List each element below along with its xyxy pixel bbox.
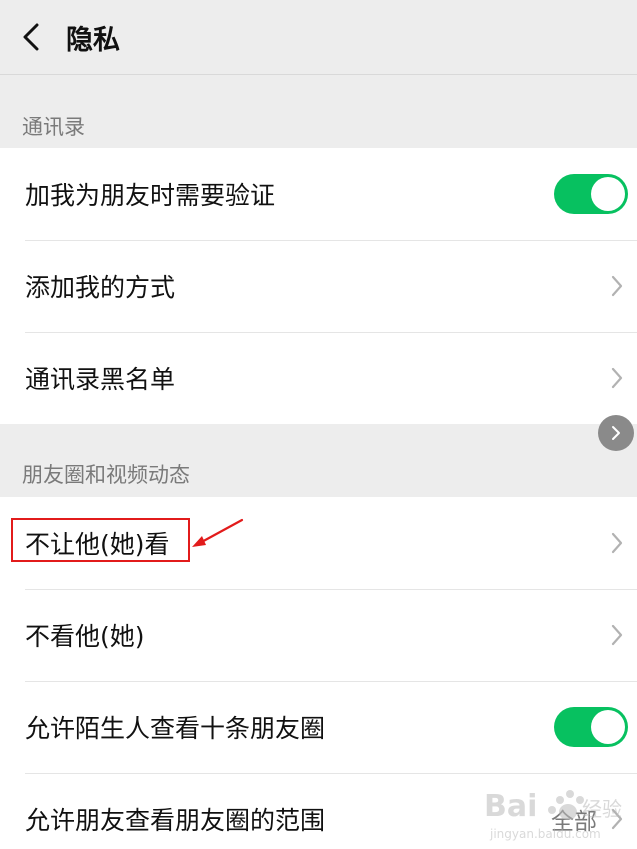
row-label: 通讯录黑名单 [25,365,176,394]
row-label: 允许陌生人查看十条朋友圈 [25,714,326,743]
nav-bar: 隐私 [0,0,637,75]
row-label: 添加我的方式 [25,273,176,302]
stranger-ten-posts-toggle[interactable] [554,707,628,747]
row-label: 加我为朋友时需要验证 [25,181,276,210]
group-moments: 不让他(她)看 不看他(她) 允许陌生人查看十条朋友圈 允许朋友查看朋友圈的范围… [0,497,637,849]
row-blacklist[interactable]: 通讯录黑名单 [0,332,637,424]
moments-range-value: 全部 [551,809,597,835]
row-hide-my-posts[interactable]: 不让他(她)看 [0,497,637,589]
row-label: 不看他(她) [25,622,145,651]
section-label-moments: 朋友圈和视频动态 [22,463,190,487]
chevron-right-icon [611,532,623,554]
floating-next-button[interactable] [598,415,634,451]
chevron-right-icon [612,426,620,440]
row-verify-friend[interactable]: 加我为朋友时需要验证 [0,148,637,240]
chevron-right-icon [611,808,623,830]
row-label: 不让他(她)看 [25,530,170,559]
section-label-contacts: 通讯录 [22,115,85,139]
back-button[interactable] [0,0,62,75]
verify-friend-toggle[interactable] [554,174,628,214]
toggle-knob [591,710,625,744]
group-contacts: 加我为朋友时需要验证 添加我的方式 通讯录黑名单 [0,148,637,424]
chevron-left-icon [23,23,39,51]
chevron-right-icon [611,275,623,297]
row-hide-their-posts[interactable]: 不看他(她) [0,589,637,681]
toggle-knob [591,177,625,211]
page-title: 隐私 [66,24,120,56]
row-label: 允许朋友查看朋友圈的范围 [25,806,326,835]
row-stranger-ten-posts[interactable]: 允许陌生人查看十条朋友圈 [0,681,637,773]
chevron-right-icon [611,624,623,646]
row-moments-range[interactable]: 允许朋友查看朋友圈的范围 全部 [0,773,637,849]
chevron-right-icon [611,367,623,389]
row-add-me-methods[interactable]: 添加我的方式 [0,240,637,332]
